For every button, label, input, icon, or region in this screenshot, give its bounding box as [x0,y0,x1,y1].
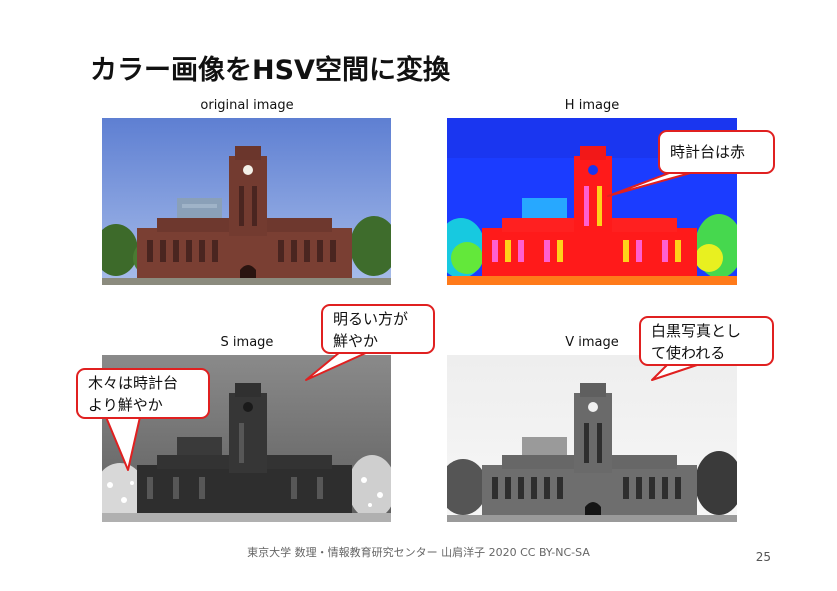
callout-s-bright-line2: 鮮やか [333,332,379,350]
callout-h-clock-red: 時計台は赤 [658,130,775,174]
callout-tails [105,171,701,471]
callout-tail-s-trees [105,416,141,471]
slide-footer: 東京大学 数理・情報教育研究センター 山肩洋子 2020 CC BY-NC-SA [247,546,590,559]
callout-s-bright-vivid: 明るい方が 鮮やか [321,304,435,354]
callout-s-trees-line1: 木々は時計台 [88,374,179,392]
callout-s-trees-vivid: 木々は時計台 より鮮やか [76,368,210,419]
callout-s-trees-line2: より鮮やか [88,396,163,414]
page-number: 25 [755,550,771,564]
callout-s-bright-line1: 明るい方が [333,310,409,328]
callout-tail-v [651,363,701,381]
callout-h-text: 時計台は赤 [670,143,746,161]
callout-v-line2: て使われる [651,344,726,362]
callout-v-grayscale: 白黒写真とし て使われる [639,316,774,366]
callout-v-line1: 白黒写真とし [651,322,742,340]
callout-tail-h [607,171,695,197]
callout-tail-s-bright [305,351,369,381]
